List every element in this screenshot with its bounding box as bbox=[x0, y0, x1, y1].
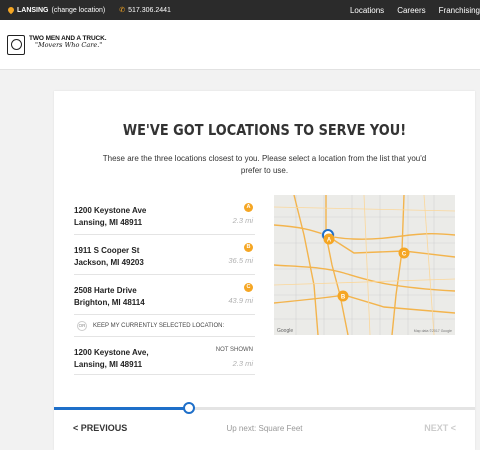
location-street: 2508 Harte Drive bbox=[74, 286, 137, 295]
or-divider: OR KEEP MY CURRENTLY SELECTED LOCATION: bbox=[74, 315, 255, 337]
location-city: Jackson, MI 49203 bbox=[74, 258, 144, 267]
map-marker-b[interactable]: B bbox=[337, 290, 349, 302]
map-marker-c[interactable]: C bbox=[398, 247, 410, 259]
logo-icon bbox=[7, 35, 25, 55]
location-option-c[interactable]: 2508 Harte Drive Brighton, MI 48114 C 43… bbox=[74, 275, 255, 315]
marker-b-icon: B bbox=[244, 243, 253, 252]
current-city: LANSING bbox=[17, 6, 49, 14]
logo-tagline: "Movers Who Care." bbox=[35, 41, 103, 49]
keep-address: 1200 Keystone Ave, Lansing, MI 48911 bbox=[74, 347, 149, 371]
map-attribution: Map data ©2017 Google bbox=[414, 329, 452, 333]
keep-distance: 2.3 mi bbox=[232, 359, 253, 368]
change-location-link[interactable]: (change location) bbox=[52, 7, 106, 14]
location-option-b[interactable]: 1911 S Cooper St Jackson, MI 49203 B 36.… bbox=[74, 235, 255, 275]
top-nav: Locations Careers Franchising bbox=[337, 0, 480, 20]
nav-locations[interactable]: Locations bbox=[350, 6, 384, 15]
phone-number: 517.306.2441 bbox=[128, 6, 171, 14]
keep-city: Lansing, MI 48911 bbox=[74, 360, 143, 369]
map-marker-b-label: B bbox=[341, 295, 346, 301]
step-navigation: < PREVIOUS Up next: Square Feet NEXT < bbox=[54, 413, 475, 450]
or-badge: OR bbox=[77, 320, 87, 331]
location-distance: 36.5 mi bbox=[228, 256, 253, 265]
map-brand: Google bbox=[277, 328, 293, 334]
location-address: 2508 Harte Drive Brighton, MI 48114 bbox=[74, 285, 145, 309]
location-distance: 2.3 mi bbox=[232, 216, 253, 225]
keep-street: 1200 Keystone Ave, bbox=[74, 348, 149, 357]
keep-current-location-option[interactable]: 1200 Keystone Ave, Lansing, MI 48911 NOT… bbox=[74, 337, 255, 375]
location-pin-icon bbox=[6, 5, 16, 15]
page-subtitle: These are the three locations closest to… bbox=[102, 154, 427, 175]
location-option-a[interactable]: 1200 Keystone Ave Lansing, MI 48911 A 2.… bbox=[74, 195, 255, 235]
location-selector[interactable]: LANSING (change location) bbox=[6, 5, 106, 15]
marker-a-icon: A bbox=[244, 203, 253, 212]
nav-franchising[interactable]: Franchising bbox=[439, 6, 480, 15]
map-marker-a[interactable]: A bbox=[323, 233, 335, 245]
location-map[interactable]: A B C Google Map data ©2017 Google bbox=[274, 195, 455, 335]
map-marker-a-label: A bbox=[327, 238, 332, 244]
location-city: Lansing, MI 48911 bbox=[74, 218, 143, 227]
location-address: 1200 Keystone Ave Lansing, MI 48911 bbox=[74, 205, 146, 229]
location-city: Brighton, MI 48114 bbox=[74, 298, 145, 307]
location-list: 1200 Keystone Ave Lansing, MI 48911 A 2.… bbox=[74, 195, 255, 375]
top-bar: LANSING (change location) ✆ 517.306.2441… bbox=[0, 0, 480, 20]
phone-icon: ✆ bbox=[119, 7, 126, 14]
progress-fill bbox=[54, 407, 189, 410]
phone-link[interactable]: ✆ 517.306.2441 bbox=[119, 6, 171, 15]
map-marker-c-label: C bbox=[402, 252, 407, 258]
up-next-label: Up next: Square Feet bbox=[226, 424, 303, 433]
location-street: 1200 Keystone Ave bbox=[74, 206, 147, 215]
keep-location-label: KEEP MY CURRENTLY SELECTED LOCATION: bbox=[93, 322, 225, 329]
page-title: WE'VE GOT LOCATIONS TO SERVE YOU! bbox=[122, 121, 407, 139]
brand-logo[interactable]: TWO MEN AND A TRUCK. "Movers Who Care." bbox=[7, 35, 107, 55]
not-shown-badge: NOT SHOWN bbox=[215, 347, 253, 353]
location-distance: 43.9 mi bbox=[228, 296, 253, 305]
progress-bar bbox=[54, 402, 475, 414]
site-header: TWO MEN AND A TRUCK. "Movers Who Care." bbox=[0, 20, 480, 70]
marker-c-icon: C bbox=[244, 283, 253, 292]
location-address: 1911 S Cooper St Jackson, MI 49203 bbox=[74, 245, 144, 269]
location-card: WE'VE GOT LOCATIONS TO SERVE YOU! These … bbox=[54, 91, 475, 450]
location-street: 1911 S Cooper St bbox=[74, 246, 140, 255]
nav-careers[interactable]: Careers bbox=[397, 6, 425, 15]
map-canvas: A B C Google Map data ©2017 Google bbox=[274, 195, 455, 335]
next-button[interactable]: NEXT < bbox=[424, 423, 456, 433]
